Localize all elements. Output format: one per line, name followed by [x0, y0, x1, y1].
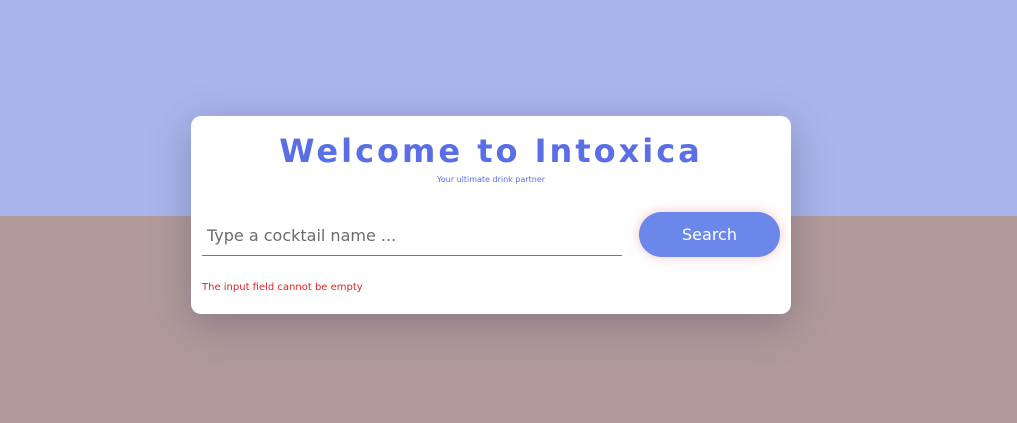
cocktail-search-input[interactable]: [202, 216, 622, 256]
page-title: Welcome to Intoxica: [279, 132, 703, 170]
page-subtitle: Your ultimate drink partner: [436, 175, 546, 184]
search-button[interactable]: Search: [639, 212, 780, 257]
search-card: Welcome to Intoxica Your ultimate drink …: [191, 116, 791, 314]
error-message: The input field cannot be empty: [202, 282, 363, 293]
